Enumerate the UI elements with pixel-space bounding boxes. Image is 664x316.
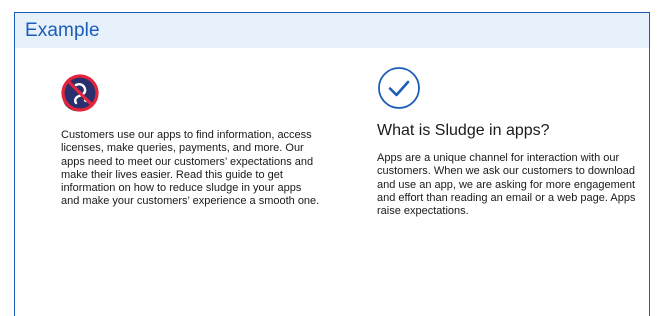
panel-title: Example [25,19,100,41]
intro-paragraph: Customers use our apps to find informati… [61,129,320,208]
example-panel: Example Customers use our apps to find i… [14,12,650,316]
panel-header: Example [15,13,649,48]
checkmark-circle-icon [378,67,420,109]
no-sludge-logo-icon [61,74,99,112]
section-paragraph: Apps are a unique channel for interactio… [377,152,636,218]
section-heading: What is Sludge in apps? [377,122,550,139]
